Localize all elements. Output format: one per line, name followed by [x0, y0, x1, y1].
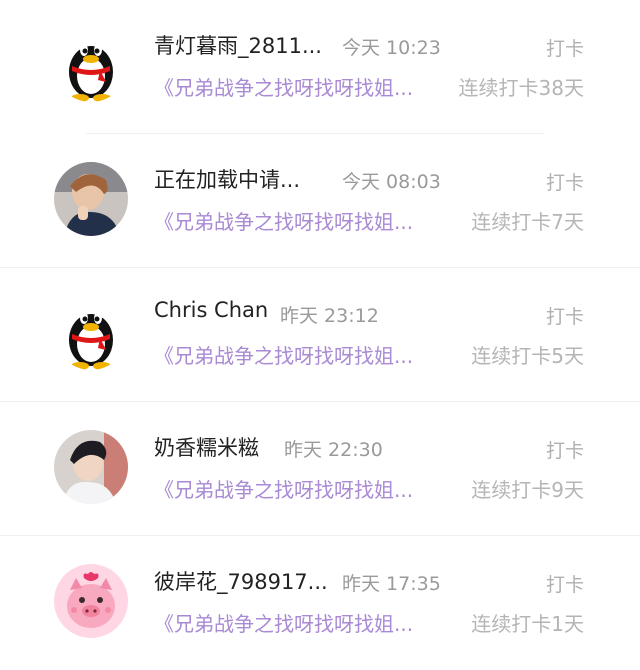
- checkin-label: 打卡: [545, 38, 584, 60]
- user-name[interactable]: Chris Chan: [154, 298, 268, 322]
- list-item[interactable]: 正在加载中请... 今天 08:03 打卡 《兄弟战争之找呀找呀找姐... 连续…: [0, 134, 640, 268]
- photo-avatar[interactable]: [54, 162, 128, 236]
- topic-link[interactable]: 《兄弟战争之找呀找呀找姐...: [154, 474, 413, 503]
- photo-avatar[interactable]: [54, 430, 128, 504]
- list-item[interactable]: 奶香糯米糍 昨天 22:30 打卡 《兄弟战争之找呀找呀找姐... 连续打卡9天: [0, 402, 640, 536]
- checkin-time: 昨天 17:35: [342, 573, 441, 595]
- penguin-icon[interactable]: [54, 28, 128, 102]
- pig-icon[interactable]: [54, 564, 128, 638]
- streak-count: 连续打卡5天: [471, 344, 584, 368]
- checkin-time: 今天 08:03: [342, 171, 441, 193]
- penguin-icon[interactable]: [54, 296, 128, 370]
- user-name[interactable]: 彼岸花_798917...: [154, 566, 328, 596]
- user-name[interactable]: 奶香糯米糍: [154, 432, 259, 462]
- user-name[interactable]: 青灯暮雨_2811...: [154, 30, 322, 60]
- checkin-time: 昨天 22:30: [284, 439, 383, 461]
- topic-link[interactable]: 《兄弟战争之找呀找呀找姐...: [154, 340, 413, 369]
- list-item[interactable]: 青灯暮雨_2811... 今天 10:23 打卡 《兄弟战争之找呀找呀找姐...…: [0, 0, 640, 134]
- checkin-list: 青灯暮雨_2811... 今天 10:23 打卡 《兄弟战争之找呀找呀找姐...…: [0, 0, 640, 670]
- user-name[interactable]: 正在加载中请...: [154, 164, 300, 194]
- checkin-label: 打卡: [545, 440, 584, 462]
- topic-link[interactable]: 《兄弟战争之找呀找呀找姐...: [154, 206, 413, 235]
- topic-link[interactable]: 《兄弟战争之找呀找呀找姐...: [154, 72, 413, 101]
- streak-count: 连续打卡7天: [471, 210, 584, 234]
- checkin-label: 打卡: [545, 574, 584, 596]
- streak-count: 连续打卡38天: [458, 76, 584, 100]
- streak-count: 连续打卡1天: [471, 612, 584, 636]
- checkin-label: 打卡: [545, 306, 584, 328]
- checkin-label: 打卡: [545, 172, 584, 194]
- list-item[interactable]: 彼岸花_798917... 昨天 17:35 打卡 《兄弟战争之找呀找呀找姐..…: [0, 536, 640, 670]
- topic-link[interactable]: 《兄弟战争之找呀找呀找姐...: [154, 608, 413, 637]
- checkin-time: 今天 10:23: [342, 37, 441, 59]
- list-item[interactable]: Chris Chan 昨天 23:12 打卡 《兄弟战争之找呀找呀找姐... 连…: [0, 268, 640, 402]
- checkin-time: 昨天 23:12: [280, 305, 379, 327]
- streak-count: 连续打卡9天: [471, 478, 584, 502]
